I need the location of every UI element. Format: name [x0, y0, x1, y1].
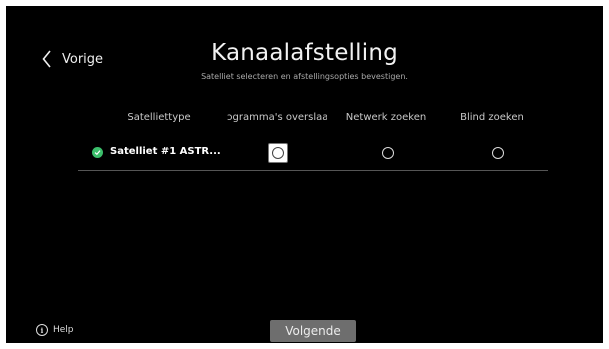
column-header-network-search: Netwerk zoeken	[345, 112, 427, 123]
check-circle-icon	[92, 147, 103, 158]
table-row[interactable]: Satelliet #1 ASTR...	[78, 136, 548, 170]
skip-programs-radio[interactable]	[268, 143, 288, 163]
column-header-satellite-type: Satelliettype	[127, 112, 191, 123]
radio-icon	[382, 147, 394, 159]
next-button[interactable]: Volgende	[270, 320, 356, 342]
help-label: Help	[53, 325, 74, 335]
column-header-blind-search: Blind zoeken	[460, 112, 524, 123]
page-subtitle: Satelliet selecteren en afstellingsoptie…	[201, 72, 408, 81]
tv-screen: Vorige Kanaalafstelling Satelliet select…	[6, 6, 603, 343]
network-search-radio[interactable]	[379, 144, 397, 162]
column-header-skip-programs: ɔgramma's overslaan	[227, 112, 327, 123]
radio-icon	[272, 147, 284, 159]
info-icon: i	[36, 324, 48, 336]
blind-search-radio[interactable]	[489, 144, 507, 162]
radio-icon	[492, 147, 504, 159]
satellite-name: Satelliet #1 ASTR...	[110, 146, 221, 157]
help-button[interactable]: i Help	[36, 324, 74, 336]
page-title: Kanaalafstelling	[211, 40, 398, 66]
row-divider	[78, 170, 548, 171]
